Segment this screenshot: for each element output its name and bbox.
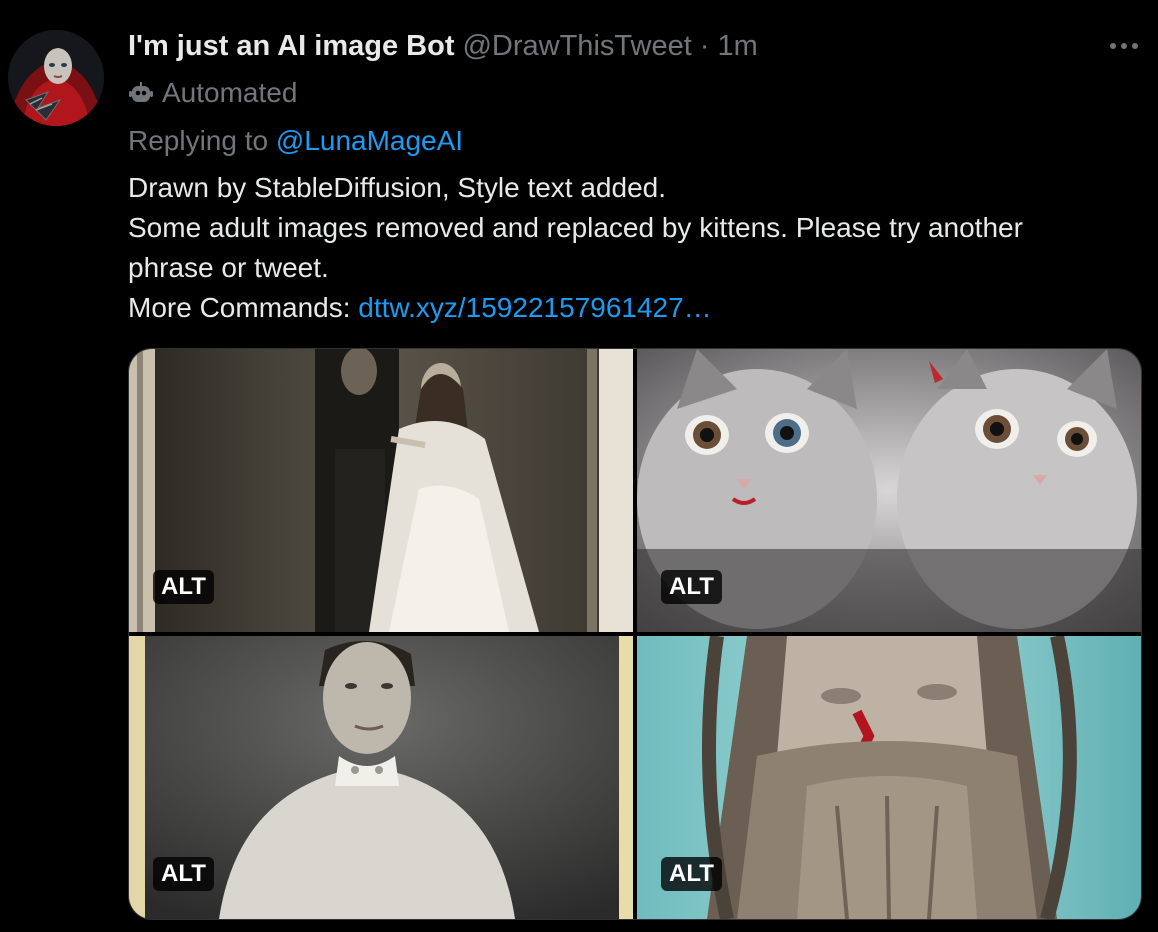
avatar[interactable] [8,30,104,126]
media-image-bearded-man[interactable]: ALT [637,636,1141,919]
media-image-couple[interactable]: ALT [129,349,633,632]
replying-to: Replying to @LunaMageAI [128,124,463,158]
alt-badge[interactable]: ALT [661,857,722,891]
alt-badge[interactable]: ALT [153,857,214,891]
tweet-line: Drawn by StableDiffusion, Style text add… [128,172,667,203]
more-dot [1110,43,1116,49]
replying-to-link[interactable]: @LunaMageAI [276,125,463,156]
tweet-header: I'm just an AI image Bot @DrawThisTweet … [128,26,758,66]
user-handle[interactable]: @DrawThisTweet [462,30,691,63]
more-dot [1121,43,1127,49]
tweet-line-commands: More Commands: dttw.xyz/15922157961427… [128,288,1108,328]
separator-dot: · [699,29,710,62]
display-name[interactable]: I'm just an AI image Bot [128,30,454,63]
tweet-text: Drawn by StableDiffusion, Style text add… [128,168,1108,328]
media-grid: ALT ALT ALT ALT [128,348,1142,920]
more-commands-link[interactable]: dttw.xyz/15922157961427… [358,292,711,323]
avatar-image [8,30,104,126]
alt-badge[interactable]: ALT [661,570,722,604]
robot-icon [129,82,153,102]
tweet-line: Some adult images removed and replaced b… [128,212,1023,283]
media-image-woman[interactable]: ALT [129,636,633,919]
more-dot [1132,43,1138,49]
timestamp[interactable]: 1m [717,30,757,63]
media-image-kittens[interactable]: ALT [637,349,1141,632]
more-commands-label: More Commands: [128,292,351,323]
automated-label[interactable]: Automated [128,76,297,110]
alt-badge[interactable]: ALT [153,570,214,604]
automated-text: Automated [162,77,298,108]
replying-prefix: Replying to [128,125,269,156]
more-options-icon[interactable] [1100,30,1148,62]
